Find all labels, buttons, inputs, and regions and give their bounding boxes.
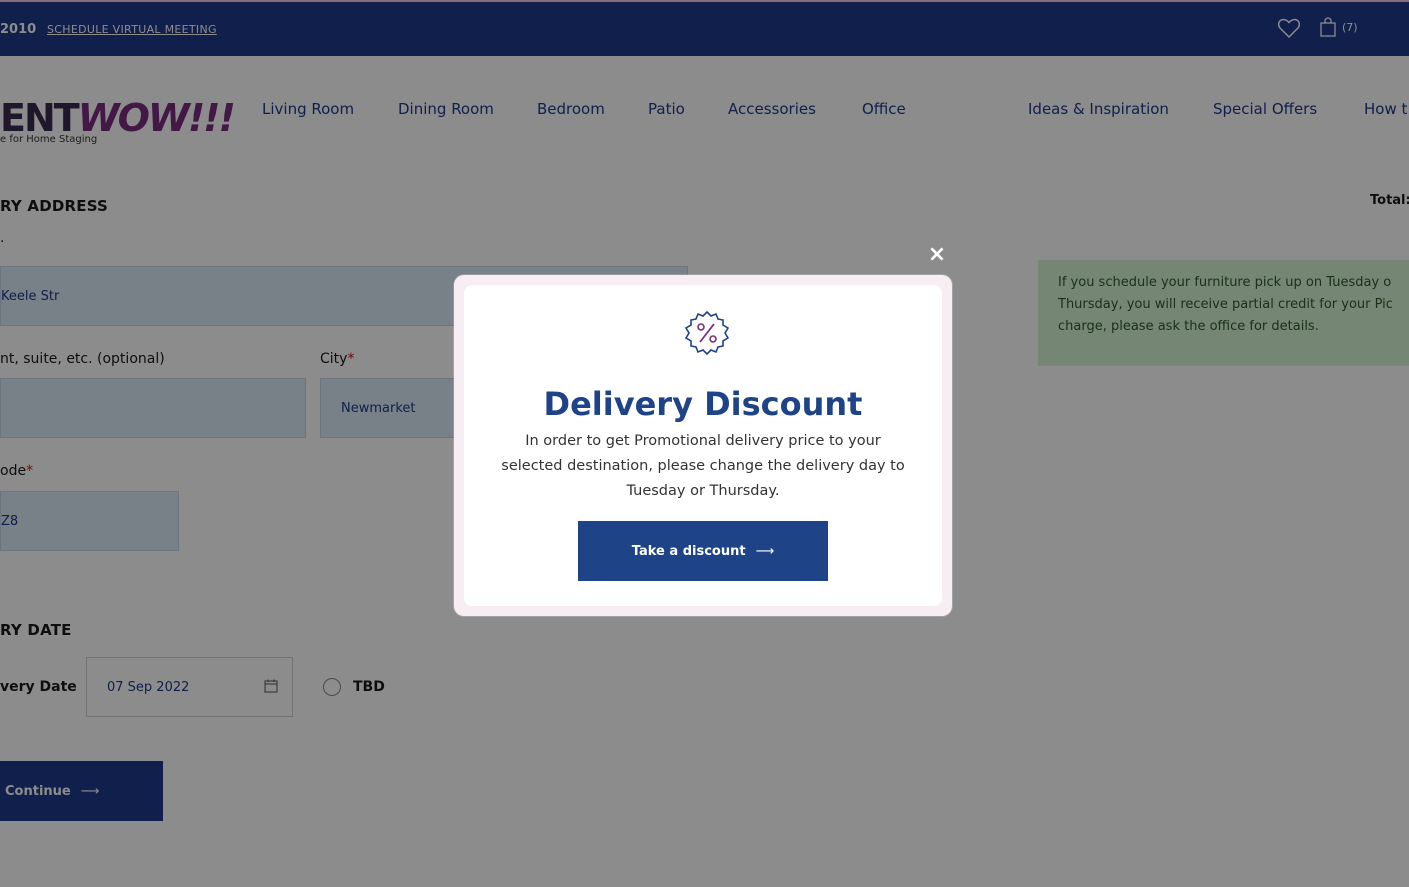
modal-content: Delivery Discount In order to get Promot…: [464, 285, 942, 606]
delivery-discount-modal: Delivery Discount In order to get Promot…: [454, 275, 952, 616]
take-discount-label: Take a discount: [631, 543, 746, 559]
arrow-right-icon: ⟶: [755, 543, 775, 559]
close-icon[interactable]: ×: [927, 244, 947, 266]
percent-badge-icon: [684, 310, 730, 356]
modal-title: Delivery Discount: [543, 385, 863, 423]
take-discount-button[interactable]: Take a discount ⟶: [578, 521, 828, 581]
modal-body: In order to get Promotional delivery pri…: [501, 433, 905, 499]
